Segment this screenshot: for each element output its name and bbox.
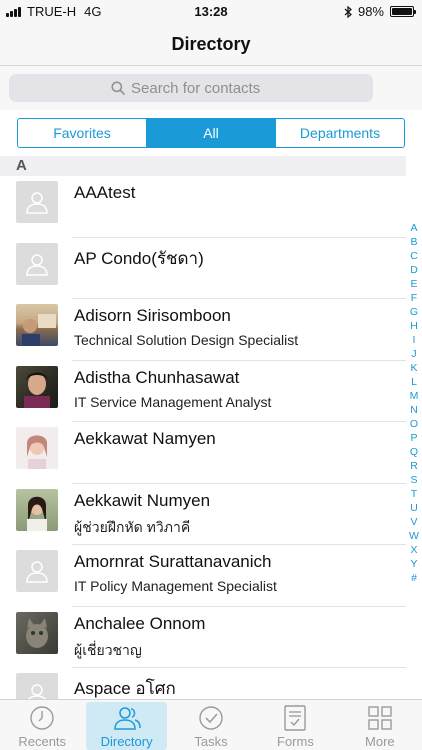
page-title: Directory <box>171 34 251 54</box>
index-letter[interactable]: E <box>410 277 417 291</box>
search-icon <box>111 81 125 95</box>
check-circle-icon <box>199 706 223 730</box>
index-letter[interactable]: U <box>410 501 418 515</box>
avatar-placeholder-icon <box>16 550 58 592</box>
status-right: 98% <box>344 4 416 19</box>
index-letter[interactable]: F <box>411 291 417 305</box>
contact-name: Amornrat Surattanavanich <box>74 552 272 571</box>
search-bar <box>0 66 422 110</box>
index-letter[interactable]: # <box>411 571 417 585</box>
tab-label: Tasks <box>194 734 228 749</box>
contact-name: AAAtest <box>74 183 136 202</box>
battery-fill <box>392 8 412 15</box>
avatar-placeholder-icon <box>16 673 58 699</box>
index-letter[interactable]: A <box>410 221 417 235</box>
list-item[interactable]: Adisorn Sirisomboon Technical Solution D… <box>0 299 406 361</box>
index-letter[interactable]: K <box>410 361 417 375</box>
avatar <box>16 488 58 531</box>
list-item[interactable]: Adistha Chunhasawat IT Service Managemen… <box>0 361 406 422</box>
contact-title: IT Policy Management Specialist <box>74 578 277 594</box>
avatar <box>16 304 58 346</box>
list-item[interactable]: Aekkawit Numyen ผู้ช่วยฝึกหัด ทวิภาคี <box>0 484 406 545</box>
battery-icon <box>390 6 416 17</box>
segment-all[interactable]: All <box>146 119 275 147</box>
tab-more[interactable]: More <box>338 700 422 750</box>
index-letter[interactable]: J <box>411 347 416 361</box>
avatar-placeholder-icon <box>16 181 58 223</box>
tab-label: More <box>365 734 395 749</box>
clock-icon <box>30 706 54 730</box>
search-box[interactable] <box>9 74 373 102</box>
list-item[interactable]: Aekkawat Namyen <box>0 422 406 484</box>
contact-title: ผู้ช่วยฝึกหัด ทวิภาคี <box>74 518 191 535</box>
segmented-control: Favorites All Departments <box>17 118 405 148</box>
tab-label: Recents <box>18 734 67 749</box>
index-letter[interactable]: G <box>410 305 418 319</box>
avatar-placeholder-icon <box>16 242 58 285</box>
index-letter[interactable]: D <box>410 263 418 277</box>
index-letter[interactable]: R <box>410 459 418 473</box>
bluetooth-icon <box>344 5 352 18</box>
index-letter[interactable]: I <box>413 333 416 347</box>
index-letter[interactable]: M <box>410 389 419 403</box>
grid-icon <box>368 706 392 730</box>
people-icon <box>113 707 141 730</box>
tab-directory[interactable]: Directory <box>84 700 168 750</box>
contact-title: ผู้เชี่ยวชาญ <box>74 641 142 658</box>
index-letter[interactable]: H <box>410 319 418 333</box>
avatar <box>16 427 58 469</box>
contact-name: Aspace อโศก <box>74 679 176 698</box>
tab-label: Directory <box>100 734 153 749</box>
index-letter[interactable]: Q <box>410 445 418 459</box>
index-letter[interactable]: C <box>410 249 418 263</box>
list-item[interactable]: AAAtest <box>0 176 406 238</box>
nav-bar: Directory <box>0 22 422 66</box>
index-letter[interactable]: Y <box>410 557 417 571</box>
index-letter[interactable]: P <box>410 431 417 445</box>
index-letter[interactable]: W <box>409 529 419 543</box>
form-icon <box>284 705 307 731</box>
battery-percent: 98% <box>357 4 384 19</box>
index-letter[interactable]: N <box>410 403 418 417</box>
contact-name: Adistha Chunhasawat <box>74 367 240 387</box>
segment-favorites[interactable]: Favorites <box>18 119 146 147</box>
tab-forms[interactable]: Forms <box>253 700 337 750</box>
status-bar: TRUE-H 4G 13:28 98% <box>0 0 422 22</box>
list-item[interactable]: AP Condo(รัชดา) <box>0 238 406 299</box>
index-letter[interactable]: O <box>410 417 418 431</box>
contact-name: Aekkawit Numyen <box>74 490 211 510</box>
search-input[interactable] <box>131 79 271 97</box>
list-item[interactable]: Amornrat Surattanavanich IT Policy Manag… <box>0 545 406 607</box>
contact-list[interactable]: AAAtest AP Condo(รัชดา) Adisorn Sirisomb… <box>0 176 406 699</box>
index-letter[interactable]: V <box>410 515 417 529</box>
index-letter[interactable]: X <box>410 543 417 557</box>
contact-title: IT Service Management Analyst <box>74 393 272 410</box>
list-item[interactable]: Anchalee Onnom ผู้เชี่ยวชาญ <box>0 607 406 668</box>
contact-name: Anchalee Onnom <box>74 613 206 633</box>
list-item[interactable]: Aspace อโศก <box>0 668 406 699</box>
tab-recents[interactable]: Recents <box>0 700 84 750</box>
index-letter[interactable]: B <box>410 235 417 249</box>
contact-name: Adisorn Sirisomboon <box>74 306 231 325</box>
index-letter[interactable]: T <box>411 487 417 501</box>
index-letter[interactable]: L <box>411 375 417 389</box>
index-letter[interactable]: S <box>410 473 417 487</box>
tab-tasks[interactable]: Tasks <box>169 700 253 750</box>
tab-label: Forms <box>277 734 314 749</box>
alphabet-index[interactable]: A B C D E F G H I J K L M N O P Q R S T … <box>406 221 422 585</box>
contact-name: AP Condo(รัชดา) <box>74 248 204 268</box>
contact-name: Aekkawat Namyen <box>74 429 216 448</box>
contact-title: Technical Solution Design Specialist <box>74 332 299 348</box>
avatar <box>16 611 58 654</box>
section-header: A <box>0 156 406 176</box>
segment-departments[interactable]: Departments <box>275 119 404 147</box>
avatar <box>16 365 58 408</box>
tab-bar: Recents Directory Tasks Forms More <box>0 699 422 750</box>
